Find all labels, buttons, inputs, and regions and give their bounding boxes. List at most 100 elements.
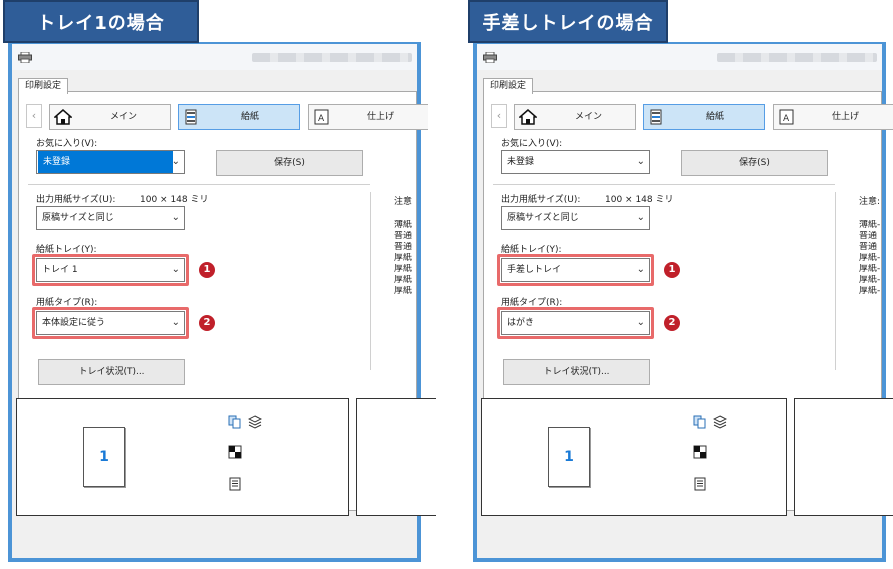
printer-icon [18,52,32,63]
callout-marker-2: 2 [664,315,680,331]
output-size-select[interactable]: 原稿サイズと同じ ⌄ [501,206,650,230]
print-preview: 1 [481,398,787,516]
nav-paper-button[interactable]: 給紙 [178,104,300,130]
finishing-icon: A [314,109,329,125]
document-icon [694,477,706,491]
finishing-icon: A [779,109,794,125]
nav-finish-label: 仕上げ [367,112,395,122]
output-size-value: 原稿サイズと同じ [42,213,114,223]
tray-select[interactable]: 手差しトレイ ⌄ [501,258,650,282]
nav-paper-label: 給紙 [706,112,725,122]
paper-type-select[interactable]: 本体設定に従う ⌄ [36,311,185,335]
copies-icon [693,415,706,429]
paper-type-label: 用紙タイプ(R): [501,298,563,308]
chevron-down-icon: ⌄ [171,317,180,328]
tab-bar: 印刷設定 [12,70,417,94]
paper-feed-icon [650,109,662,125]
caption-tray1: トレイ1の場合 [3,0,199,43]
divider-vertical [370,192,371,370]
output-size-value: 原稿サイズと同じ [507,213,579,223]
note-line: 厚紙- [859,253,881,263]
tab-print-settings[interactable]: 印刷設定 [18,78,68,94]
output-size-select[interactable]: 原稿サイズと同じ ⌄ [36,206,185,230]
nav-main-button[interactable]: メイン [49,104,171,130]
note-line: 普通 [859,242,878,252]
svg-text:A: A [318,114,325,124]
preview-page-number: 1 [99,449,109,465]
callout-marker-1: 1 [199,262,215,278]
nav-main-button[interactable]: メイン [514,104,636,130]
preview-page: 1 [83,427,125,487]
paper-type-select[interactable]: はがき ⌄ [501,311,650,335]
save-button[interactable]: 保存(S) [216,150,363,176]
tray-status-button[interactable]: トレイ状況(T)... [38,359,185,385]
callout-marker-2: 2 [199,315,215,331]
notes-title: 注意 [394,197,413,207]
paper-feed-icon [185,109,197,125]
nav-paper-button[interactable]: 給紙 [643,104,765,130]
divider-vertical [835,192,836,370]
color-mode-icon [693,445,707,459]
chevron-down-icon: ⌄ [636,264,645,275]
nav-finish-button[interactable]: A 仕上げ [308,104,428,130]
tray-label: 給紙トレイ(Y): [36,245,97,255]
note-line: 普通 [394,242,413,252]
chevron-down-icon: ⌄ [171,264,180,275]
tab-content: ‹ メイン 給紙 A 仕上げ お気に入り(V): 未登録 ⌄ 保存(S) 出力用… [481,91,893,516]
paper-type-value: 本体設定に従う [42,318,106,328]
note-line: 厚紙- [859,286,881,296]
nav-main-label: メイン [575,112,603,122]
chevron-down-icon: ⌄ [171,156,180,167]
favorites-label: お気に入り(V): [501,139,563,149]
divider [28,184,370,185]
tray-value: 手差しトレイ [507,265,562,275]
note-line: 厚紙- [859,275,881,285]
title-bar [477,44,882,70]
title-bar [12,44,417,70]
tab-content: ‹ メイン 給紙 A 仕上げ お気に入り(V): 未登録 ⌄ 保存(S) 出力用… [16,91,436,516]
print-preview: 1 [16,398,349,516]
chevron-down-icon: ⌄ [171,212,180,223]
favorites-value: 未登録 [38,151,173,173]
nav-prev-button[interactable]: ‹ [26,104,42,128]
note-line: 厚紙 [394,275,413,285]
note-line: 厚紙 [394,253,413,263]
favorites-label: お気に入り(V): [36,139,98,149]
favorites-select[interactable]: 未登録 ⌄ [501,150,650,174]
favorites-value: 未登録 [507,157,535,167]
paper-type-value: はがき [507,318,535,328]
blurred-title [252,53,412,62]
note-line: 薄紙 [394,220,413,230]
favorites-select[interactable]: 未登録 ⌄ [36,150,185,174]
svg-text:A: A [783,114,790,124]
nav-main-label: メイン [110,112,138,122]
nav-finish-button[interactable]: A 仕上げ [773,104,893,130]
chevron-down-icon: ⌄ [636,156,645,167]
preview-side-panel [356,398,436,516]
home-icon [519,109,537,125]
stack-icon [248,415,262,429]
tab-bar: 印刷設定 [477,70,882,94]
save-button[interactable]: 保存(S) [681,150,828,176]
tray-select[interactable]: トレイ 1 ⌄ [36,258,185,282]
chevron-down-icon: ⌄ [636,317,645,328]
notes-title: 注意: [859,197,881,207]
note-line: 普通 [394,231,413,241]
print-settings-window: 印刷設定 ‹ メイン 給紙 A 仕上げ お気に入り(V): 未登録 ⌄ 保存(S… [473,42,893,562]
tab-print-settings[interactable]: 印刷設定 [483,78,533,94]
output-size-label: 出力用紙サイズ(U): [501,195,581,205]
note-line: 厚紙- [859,264,881,274]
note-line: 薄紙- [859,220,881,230]
tray-status-button[interactable]: トレイ状況(T)... [503,359,650,385]
color-mode-icon [228,445,242,459]
paper-type-label: 用紙タイプ(R): [36,298,98,308]
callout-marker-1: 1 [664,262,680,278]
blurred-title [717,53,877,62]
nav-prev-button[interactable]: ‹ [491,104,507,128]
preview-page: 1 [548,427,590,487]
note-line: 普通 [859,231,878,241]
output-size-dimensions: 100 × 148 ミリ [140,195,209,205]
home-icon [54,109,72,125]
printer-icon [483,52,497,63]
tray-value: トレイ 1 [42,265,78,275]
